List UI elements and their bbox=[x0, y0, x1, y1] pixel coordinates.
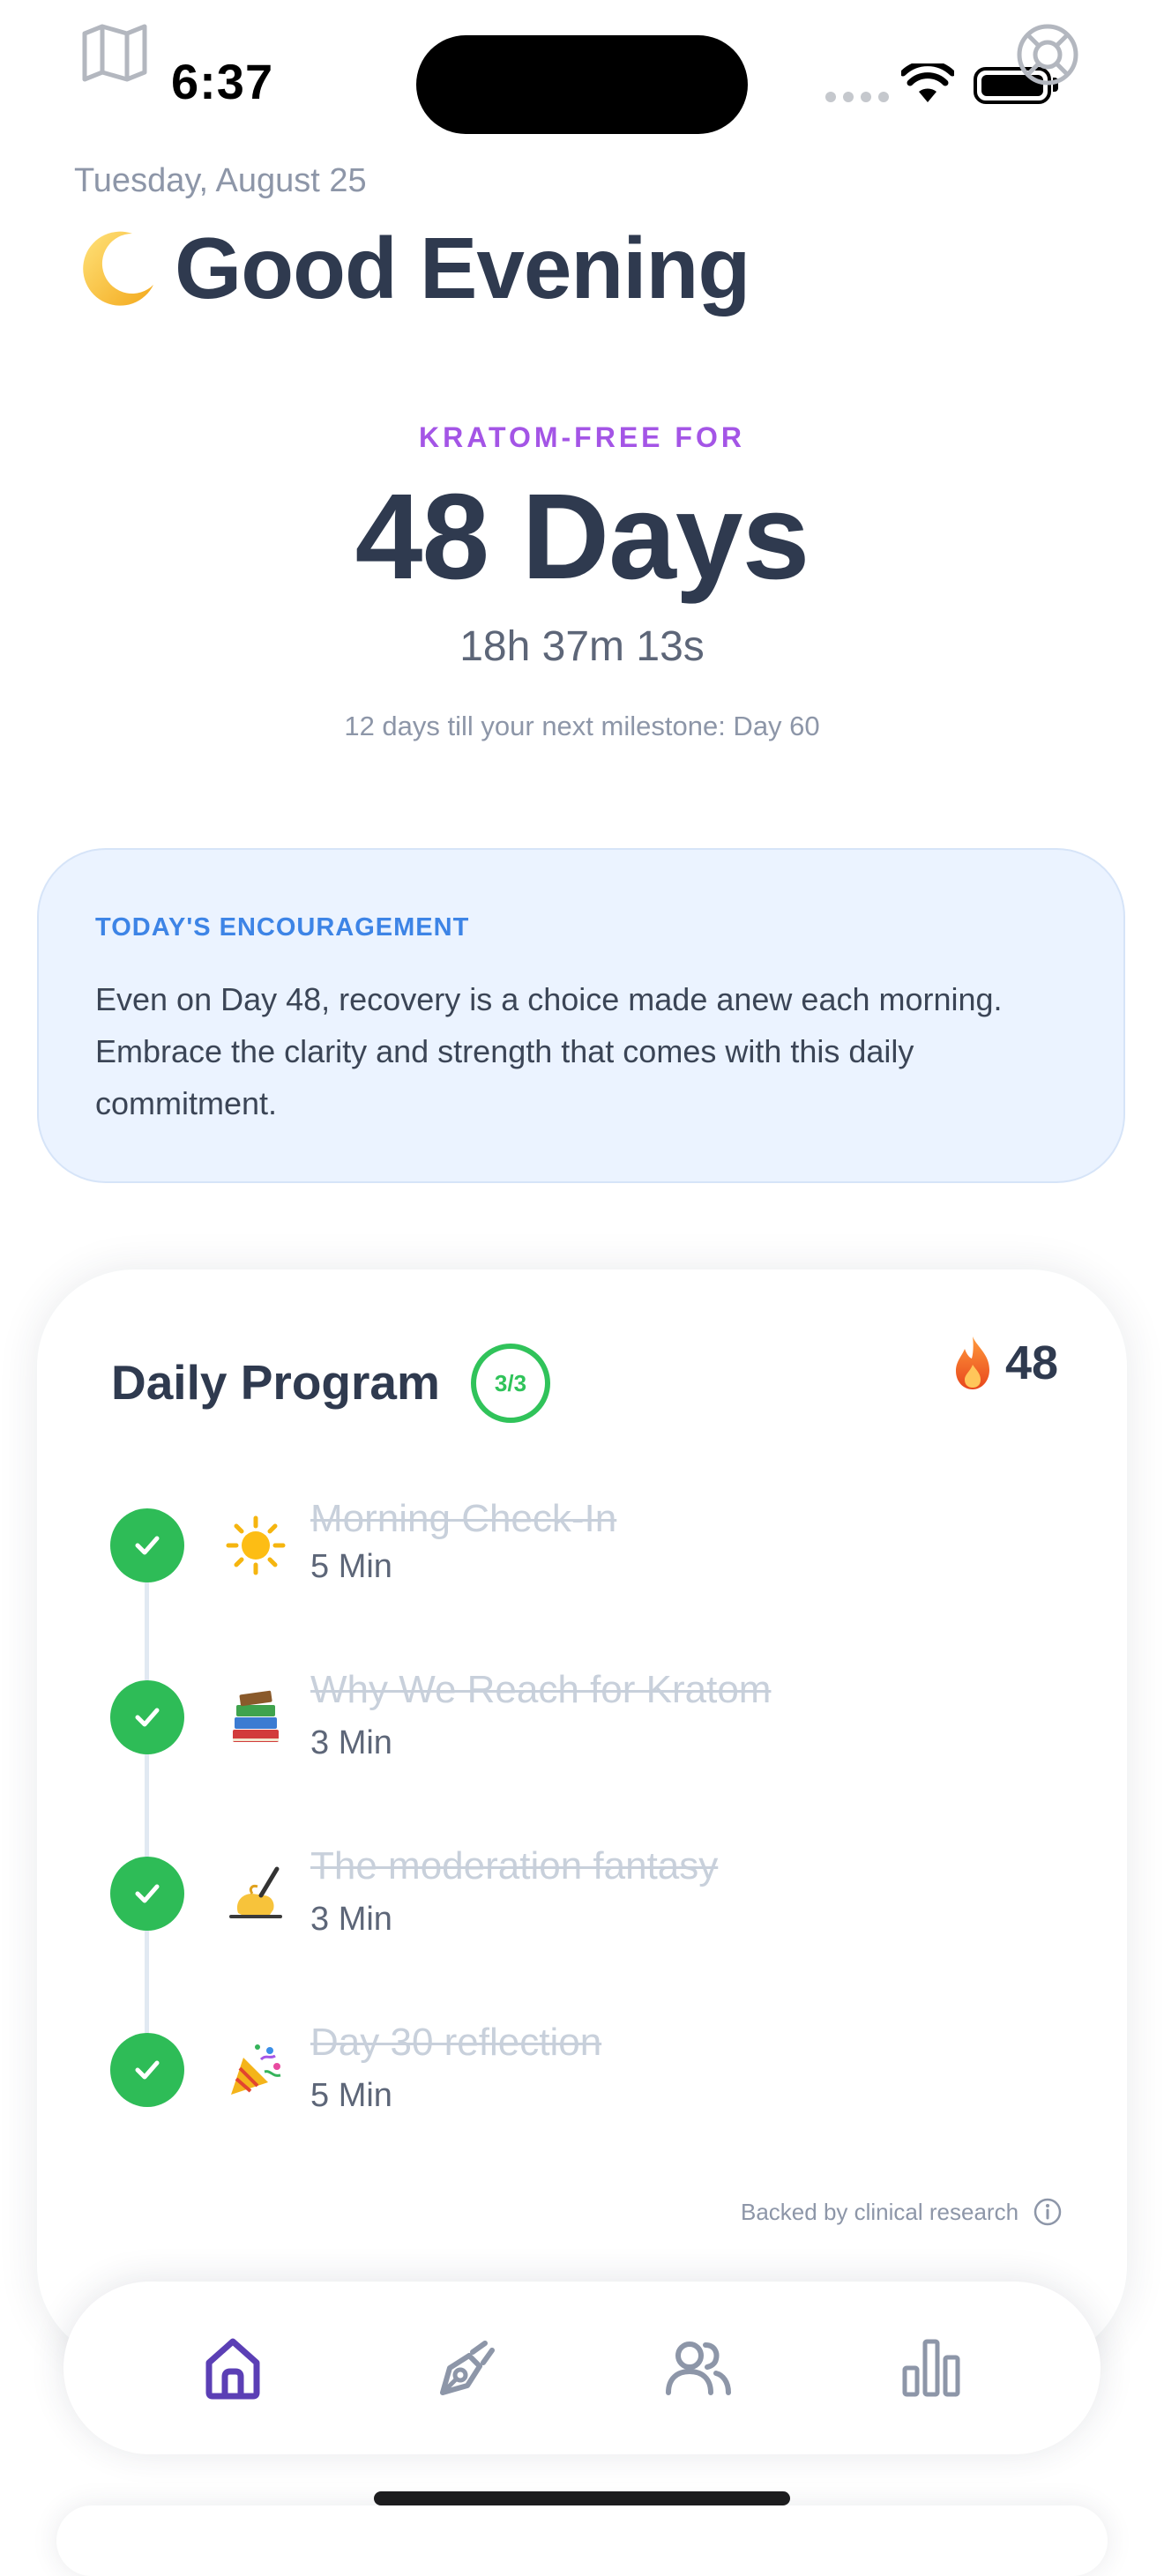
dynamic-island bbox=[416, 35, 748, 134]
sobriety-label: KRATOM-FREE FOR bbox=[419, 421, 745, 453]
writing-hand-icon bbox=[224, 1862, 287, 1925]
timeline-connector bbox=[145, 1545, 149, 2073]
days-counter: 48 Days bbox=[354, 469, 810, 605]
home-indicator[interactable] bbox=[374, 2491, 790, 2505]
streak-counter: 48 bbox=[952, 1335, 1058, 1391]
research-note-text: Backed by clinical research bbox=[741, 2198, 1019, 2225]
cellular-signal-icon bbox=[825, 92, 889, 102]
greeting-title: Good Evening bbox=[175, 220, 750, 316]
bottom-tab-bar bbox=[63, 2282, 1101, 2454]
info-icon[interactable] bbox=[1033, 2197, 1063, 2227]
program-item-title[interactable]: Morning Check-In bbox=[310, 1497, 616, 1541]
party-popper-icon bbox=[224, 2038, 287, 2102]
tab-home[interactable] bbox=[192, 2327, 273, 2408]
program-item-duration: 5 Min bbox=[310, 2077, 392, 2114]
program-item-duration: 3 Min bbox=[310, 1724, 392, 1761]
program-item-duration: 5 Min bbox=[310, 1548, 392, 1585]
tab-stats[interactable] bbox=[891, 2327, 972, 2408]
next-card-peek bbox=[56, 2505, 1108, 2576]
next-milestone: 12 days till your next milestone: Day 60 bbox=[344, 711, 820, 741]
streak-count: 48 bbox=[1005, 1336, 1059, 1389]
current-date: Tuesday, August 25 bbox=[74, 162, 367, 199]
program-item-title[interactable]: The moderation fantasy bbox=[310, 1844, 718, 1888]
item-completed-check-icon bbox=[110, 1508, 184, 1582]
item-completed-check-icon bbox=[110, 2033, 184, 2107]
research-note[interactable]: Backed by clinical research bbox=[741, 2197, 1063, 2227]
books-icon bbox=[224, 1686, 287, 1749]
sun-icon bbox=[224, 1514, 287, 1577]
crescent-moon-icon bbox=[83, 231, 153, 306]
map-icon[interactable] bbox=[81, 23, 148, 83]
wifi-icon bbox=[901, 63, 954, 102]
program-item-title[interactable]: Why We Reach for Kratom bbox=[310, 1668, 771, 1712]
item-completed-check-icon bbox=[110, 1680, 184, 1754]
program-item-duration: 3 Min bbox=[310, 1901, 392, 1938]
status-time: 6:37 bbox=[171, 54, 274, 109]
program-item-title[interactable]: Day 30 reflection bbox=[310, 2021, 601, 2065]
item-completed-check-icon bbox=[110, 1857, 184, 1931]
bar-chart-icon bbox=[902, 2339, 960, 2397]
home-icon bbox=[205, 2338, 260, 2400]
lifebuoy-help-icon[interactable] bbox=[1014, 21, 1081, 88]
pen-nib-icon bbox=[440, 2341, 495, 2395]
elapsed-timer: 18h 37m 13s bbox=[459, 623, 705, 670]
greeting-row: Good Evening bbox=[74, 219, 750, 318]
encouragement-text: Even on Day 48, recovery is a choice mad… bbox=[95, 981, 1003, 1121]
flame-icon bbox=[956, 1336, 989, 1389]
tab-community[interactable] bbox=[658, 2327, 739, 2408]
community-icon bbox=[666, 2341, 731, 2395]
tab-journal[interactable] bbox=[425, 2327, 506, 2408]
program-progress-badge: 3/3 bbox=[471, 1344, 550, 1423]
daily-program-title: Daily Program bbox=[111, 1355, 440, 1410]
encouragement-title: TODAY'S ENCOURAGEMENT bbox=[95, 913, 470, 942]
